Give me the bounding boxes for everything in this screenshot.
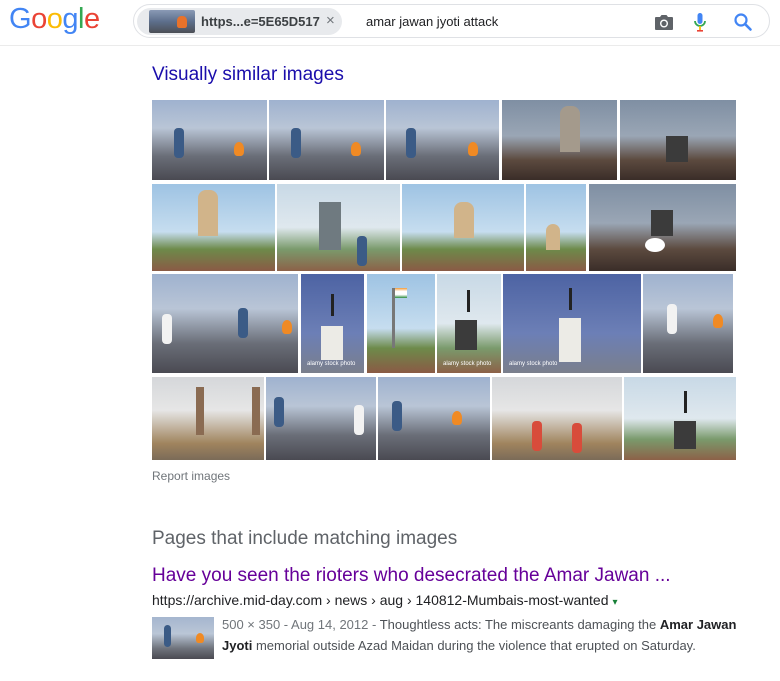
image-tile[interactable]: [402, 184, 524, 271]
logo-letter: o: [46, 3, 63, 35]
image-tile[interactable]: [152, 274, 298, 373]
image-tile[interactable]: [367, 274, 435, 373]
image-tile[interactable]: [266, 377, 376, 460]
image-tile[interactable]: alamy stock photo: [301, 274, 364, 373]
header: Google https...e=5E65D517 × amar jawan j…: [0, 0, 780, 46]
logo-letter: o: [31, 3, 47, 35]
image-tile[interactable]: [492, 377, 622, 460]
result-thumbnail[interactable]: [152, 617, 214, 659]
image-tile[interactable]: [277, 184, 400, 271]
search-icon[interactable]: [731, 10, 755, 34]
result-meta: 500 × 350 - Aug 14, 2012 -: [222, 617, 380, 632]
image-tile[interactable]: [589, 184, 736, 271]
image-search-chip[interactable]: https...e=5E65D517 ×: [137, 8, 342, 35]
result-title-link[interactable]: Have you seen the rioters who desecrated…: [152, 565, 671, 587]
image-tile[interactable]: [643, 274, 733, 373]
image-tile[interactable]: [378, 377, 490, 460]
result-snippet: 500 × 350 - Aug 14, 2012 - Thoughtless a…: [222, 614, 742, 656]
chip-label: https...e=5E65D517: [201, 14, 320, 29]
snippet-text: memorial outside Azad Maidan during the …: [252, 638, 696, 653]
snippet-text: Thoughtless acts: The miscreants damagin…: [379, 617, 660, 632]
image-tile[interactable]: alamy stock photo: [437, 274, 501, 373]
watermark: alamy stock photo: [509, 361, 558, 367]
watermark: alamy stock photo: [307, 361, 356, 367]
image-tile[interactable]: [152, 377, 264, 460]
chevron-down-icon[interactable]: ▾: [612, 597, 617, 608]
image-tile[interactable]: [386, 100, 499, 180]
image-tile[interactable]: alamy stock photo: [503, 274, 641, 373]
close-icon[interactable]: ×: [326, 12, 335, 29]
result-url-text: https://archive.mid-day.com › news › aug…: [152, 592, 609, 608]
image-tile[interactable]: [269, 100, 384, 180]
logo-letter: G: [9, 3, 32, 35]
chip-thumbnail: [149, 10, 195, 33]
image-tile[interactable]: [502, 100, 617, 180]
image-tile[interactable]: [152, 100, 267, 180]
result-url[interactable]: https://archive.mid-day.com › news › aug…: [152, 592, 618, 608]
image-tile[interactable]: [526, 184, 586, 271]
image-row: [152, 184, 736, 271]
pages-matching-heading: Pages that include matching images: [152, 528, 458, 549]
image-tile[interactable]: [152, 184, 275, 271]
image-row: [152, 100, 736, 184]
image-tile[interactable]: [620, 100, 736, 180]
image-tile[interactable]: [624, 377, 736, 460]
logo-letter: g: [62, 3, 78, 35]
search-box[interactable]: https...e=5E65D517 × amar jawan jyoti at…: [133, 4, 770, 38]
logo-letter: e: [83, 3, 100, 35]
report-images-link[interactable]: Report images: [152, 469, 230, 483]
image-row: [152, 377, 736, 461]
visually-similar-heading[interactable]: Visually similar images: [152, 64, 344, 86]
camera-icon[interactable]: [652, 10, 676, 34]
google-logo[interactable]: Google: [9, 3, 100, 36]
mic-icon[interactable]: [688, 10, 712, 34]
search-input[interactable]: amar jawan jyoti attack: [366, 14, 498, 29]
watermark: alamy stock photo: [443, 361, 492, 367]
image-row: alamy stock photo alamy stock photo alam…: [152, 274, 736, 373]
